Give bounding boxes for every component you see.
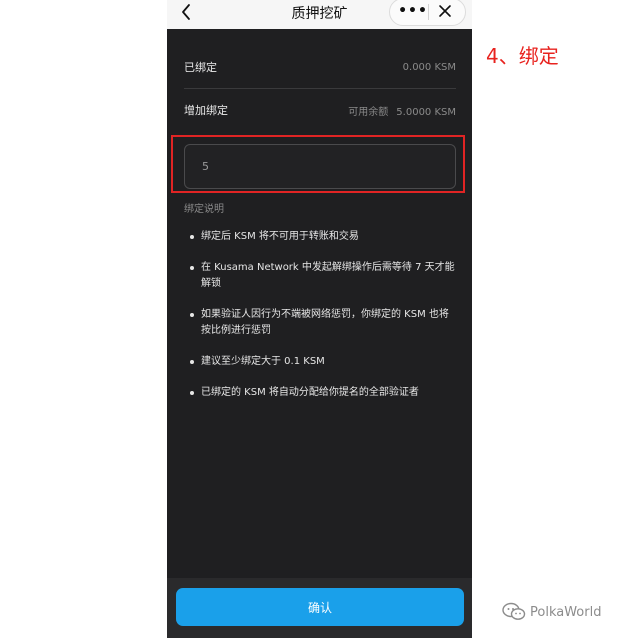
note-text: 如果验证人因行为不端被网络惩罚，你绑定的 KSM 也将按比例进行惩罚 <box>201 309 449 336</box>
list-item: 已绑定的 KSM 将自动分配给你提名的全部验证者 <box>189 385 455 401</box>
notes-title: 绑定说明 <box>184 204 224 215</box>
note-text: 已绑定的 KSM 将自动分配给你提名的全部验证者 <box>201 387 419 398</box>
mini-program-capsule: ••• <box>389 0 466 26</box>
close-icon <box>439 5 451 17</box>
available-balance: 可用余额 5.0000 KSM <box>348 103 456 118</box>
wechat-icon <box>502 602 526 620</box>
more-button[interactable]: ••• <box>398 3 427 19</box>
watermark-text: PolkaWorld <box>530 604 602 620</box>
close-button[interactable] <box>436 2 454 20</box>
bullet-icon <box>190 235 194 239</box>
list-item: 绑定后 KSM 将不可用于转账和交易 <box>189 229 455 245</box>
capsule-divider <box>428 4 429 20</box>
more-icon: ••• <box>398 3 428 19</box>
step-annotation: 4、绑定 <box>486 44 559 68</box>
bullet-icon <box>190 266 194 270</box>
bullet-icon <box>190 313 194 317</box>
list-item: 如果验证人因行为不端被网络惩罚，你绑定的 KSM 也将按比例进行惩罚 <box>189 307 455 339</box>
note-text: 绑定后 KSM 将不可用于转账和交易 <box>201 231 359 242</box>
available-label: 可用余额 <box>348 106 389 118</box>
note-text: 建议至少绑定大于 0.1 KSM <box>201 356 325 367</box>
bullet-icon <box>190 391 194 395</box>
highlight-box <box>171 135 465 193</box>
available-value: 5.0000 KSM <box>396 106 456 118</box>
bonded-label: 已绑定 <box>184 61 217 74</box>
list-item: 在 Kusama Network 中发起解绑操作后需等待 7 天才能解锁 <box>189 260 455 292</box>
bonded-row: 已绑定 0.000 KSM <box>184 47 456 87</box>
bullet-icon <box>190 360 194 364</box>
add-bond-label: 增加绑定 <box>184 104 228 117</box>
title-bar: 质押挖矿 ••• <box>167 0 472 29</box>
watermark: PolkaWorld <box>502 602 601 622</box>
add-bond-row: 增加绑定 可用余额 5.0000 KSM <box>184 90 456 130</box>
note-text: 在 Kusama Network 中发起解绑操作后需等待 7 天才能解锁 <box>201 262 455 289</box>
confirm-button[interactable]: 确认 <box>176 588 464 626</box>
bonded-value: 0.000 KSM <box>402 61 456 73</box>
list-item: 建议至少绑定大于 0.1 KSM <box>189 354 455 370</box>
phone-screen: 质押挖矿 ••• 已绑定 0.000 KSM 增加绑定 可用余额 5.0000 K… <box>167 0 472 638</box>
notes-list: 绑定后 KSM 将不可用于转账和交易 在 Kusama Network 中发起解… <box>189 229 455 416</box>
divider <box>184 88 456 89</box>
